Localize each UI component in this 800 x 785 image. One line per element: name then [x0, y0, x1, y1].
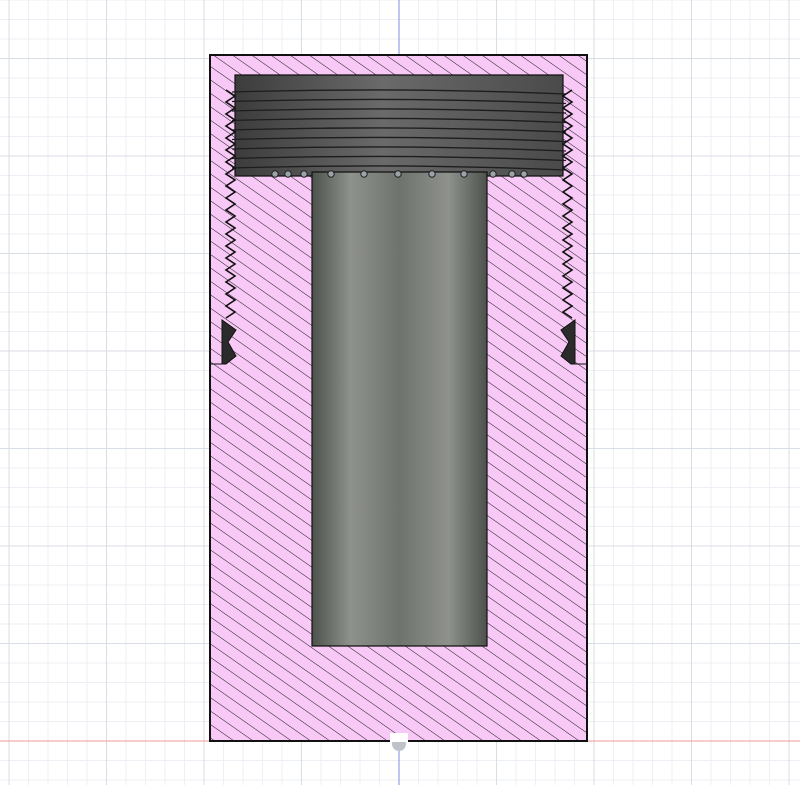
crest-dot	[460, 170, 468, 178]
crest-dot	[520, 170, 528, 178]
crest-dot	[428, 170, 436, 178]
crest-dot	[489, 170, 497, 178]
bore-cavity	[311, 171, 488, 647]
crest-dot	[271, 170, 279, 178]
cad-canvas[interactable]	[0, 0, 800, 785]
crest-dot	[327, 170, 335, 178]
crest-dot	[508, 170, 516, 178]
crest-dot	[284, 170, 292, 178]
crest-dot	[360, 170, 368, 178]
crest-dot	[300, 170, 308, 178]
section-view[interactable]	[209, 54, 588, 742]
origin-point-icon[interactable]	[390, 733, 408, 751]
crest-dot	[394, 170, 402, 178]
